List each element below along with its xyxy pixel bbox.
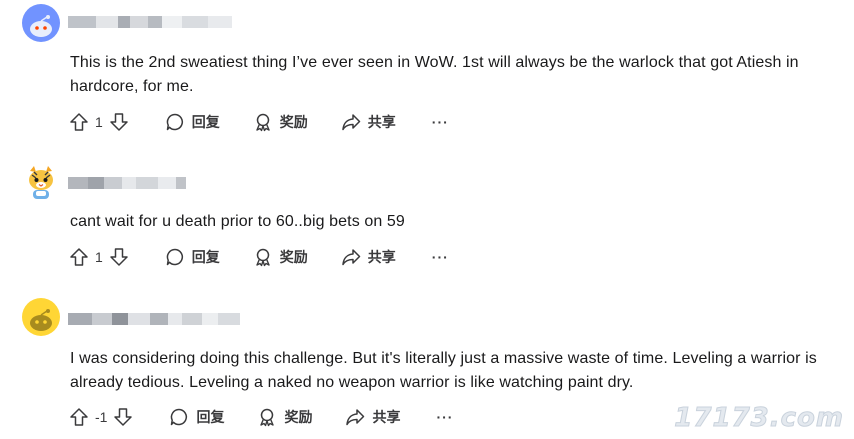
upvote-button[interactable] xyxy=(69,407,89,427)
reply-label: 回复 xyxy=(196,409,225,425)
share-button[interactable]: 共享 xyxy=(345,407,400,427)
award-label: 奖励 xyxy=(279,114,308,130)
reply-button[interactable]: 回复 xyxy=(169,407,224,427)
speech-bubble-icon xyxy=(169,407,189,427)
share-button[interactable]: 共享 xyxy=(341,247,396,267)
more-options-button[interactable]: ··· xyxy=(432,114,449,130)
user-avatar[interactable] xyxy=(22,298,60,336)
site-watermark: 17173.com xyxy=(674,403,844,434)
comment-actions: -1 回复 奖励 共享 ··· xyxy=(69,405,453,429)
reply-label: 回复 xyxy=(191,249,220,265)
downvote-button[interactable] xyxy=(109,247,129,267)
comment-body: This is the 2nd sweatiest thing I’ve eve… xyxy=(70,54,799,95)
share-label: 共享 xyxy=(367,114,396,130)
more-options-button[interactable]: ··· xyxy=(436,409,453,425)
share-arrow-icon xyxy=(345,407,365,427)
reply-label: 回复 xyxy=(191,114,220,130)
award-ribbon-icon xyxy=(253,112,273,132)
award-label: 奖励 xyxy=(284,409,313,425)
vote-count: -1 xyxy=(95,409,108,425)
reply-button[interactable]: 回复 xyxy=(165,247,220,267)
award-button[interactable]: 奖励 xyxy=(253,247,308,267)
vote-count: 1 xyxy=(95,114,103,130)
award-button[interactable]: 奖励 xyxy=(257,407,312,427)
speech-bubble-icon xyxy=(165,112,185,132)
share-label: 共享 xyxy=(367,249,396,265)
upvote-arrow-icon xyxy=(69,407,89,427)
upvote-arrow-icon xyxy=(69,112,89,132)
username-blurred[interactable] xyxy=(68,177,186,189)
downvote-arrow-icon xyxy=(109,112,129,132)
award-ribbon-icon xyxy=(257,407,277,427)
comment-actions: 1 回复 奖励 共享 ··· xyxy=(69,245,449,269)
downvote-button[interactable] xyxy=(109,112,129,132)
reply-button[interactable]: 回复 xyxy=(165,112,220,132)
share-arrow-icon xyxy=(341,112,361,132)
snoo-avatar-icon xyxy=(30,15,52,37)
username-blurred[interactable] xyxy=(68,313,240,325)
comment-actions: 1 回复 奖励 共享 ··· xyxy=(69,110,449,134)
comment-body: cant wait for u death prior to 60..big b… xyxy=(70,213,405,230)
vote-count: 1 xyxy=(95,249,103,265)
user-avatar[interactable] xyxy=(22,4,60,42)
username-blurred[interactable] xyxy=(68,16,232,28)
share-button[interactable]: 共享 xyxy=(341,112,396,132)
user-avatar[interactable] xyxy=(22,163,60,201)
share-label: 共享 xyxy=(372,409,401,425)
award-ribbon-icon xyxy=(253,247,273,267)
mascot-avatar-icon xyxy=(29,166,53,199)
award-button[interactable]: 奖励 xyxy=(253,112,308,132)
downvote-arrow-icon xyxy=(113,407,133,427)
comment-body: I was considering doing this challenge. … xyxy=(70,350,817,391)
award-label: 奖励 xyxy=(279,249,308,265)
upvote-button[interactable] xyxy=(69,247,89,267)
upvote-button[interactable] xyxy=(69,112,89,132)
upvote-arrow-icon xyxy=(69,247,89,267)
downvote-arrow-icon xyxy=(109,247,129,267)
speech-bubble-icon xyxy=(165,247,185,267)
snoo-avatar-icon xyxy=(30,309,52,331)
more-options-button[interactable]: ··· xyxy=(432,249,449,265)
downvote-button[interactable] xyxy=(113,407,133,427)
share-arrow-icon xyxy=(341,247,361,267)
